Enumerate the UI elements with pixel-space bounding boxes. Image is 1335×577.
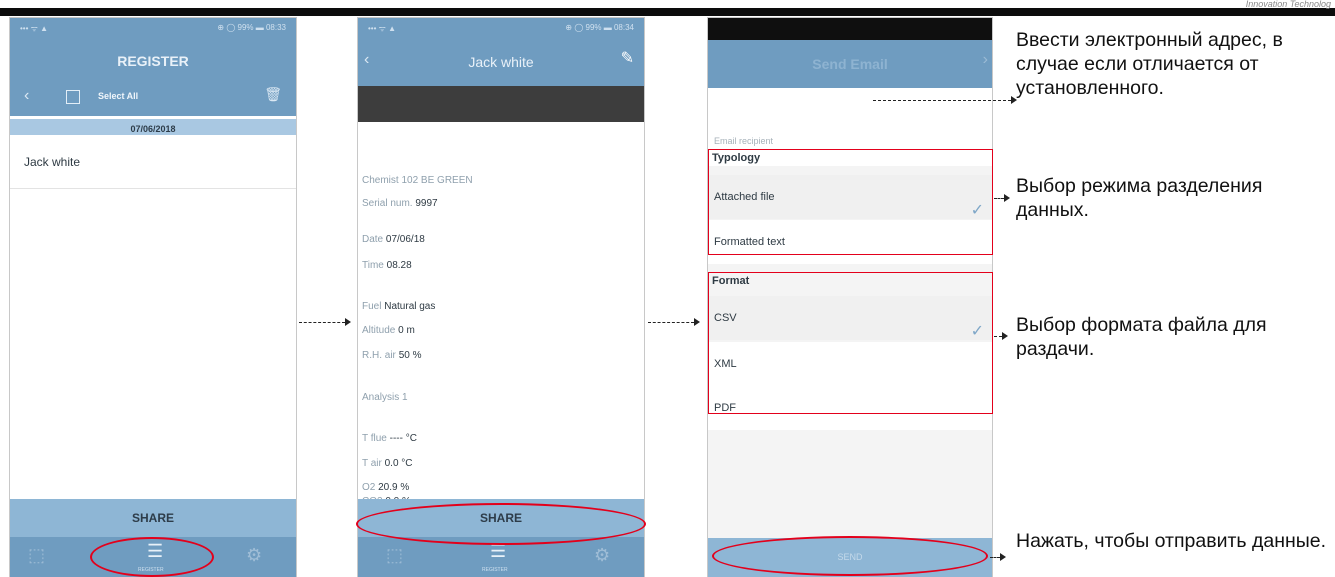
status-right: ⊕ ◯ 99% ▬ 08:33 [217, 23, 286, 32]
page-title: Send Email [812, 56, 888, 72]
page-title: REGISTER [117, 53, 189, 69]
scan-tab-icon[interactable]: ⬚ [386, 545, 403, 566]
list-item[interactable]: Jack white [10, 136, 296, 189]
row-value: 20.9 % [378, 482, 410, 493]
brand-text: Innovation Technolog [1245, 0, 1331, 9]
detail-row: O2 20.9 % [362, 482, 409, 493]
settings-tab-icon[interactable]: ⚙ [246, 545, 262, 566]
status-bar [708, 18, 992, 40]
send-note: Нажать, чтобы отправить данные. [1016, 530, 1327, 552]
close-icon[interactable]: › [983, 52, 988, 68]
register-tab-highlight [90, 537, 214, 577]
email-note: Ввести электронный адрес, в случае если … [1016, 29, 1283, 99]
detail-list: Chemist 102 BE GREEN Serial num. 9997 Da… [358, 122, 644, 507]
select-all-checkbox[interactable] [66, 90, 80, 104]
date-group-header: 07/06/2018 [10, 119, 296, 135]
email-annotation-line [873, 100, 1011, 101]
register-screen: ••• ᯤ ▲ ⊕ ◯ 99% ▬ 08:33 REGISTER ‹ Selec… [10, 18, 296, 577]
settings-tab-icon[interactable]: ⚙ [594, 545, 610, 566]
row-label: T air [362, 458, 382, 469]
status-bar: ••• ᯤ ▲ ⊕ ◯ 99% ▬ 08:33 [10, 18, 296, 38]
document-header-bar: Innovation Technolog [0, 0, 1335, 16]
row-value: 0.0 °C [384, 458, 413, 469]
row-label: O2 [362, 482, 376, 493]
header: REGISTER [10, 38, 296, 78]
date-header-text: 07/06/2018 [130, 124, 176, 134]
row-label: Analysis 1 [362, 392, 408, 403]
row-value: 08.28 [386, 260, 412, 271]
flow-arrow-line [299, 322, 345, 323]
select-all-label[interactable]: Select All [98, 91, 138, 101]
scan-tab-icon[interactable]: ⬚ [28, 545, 45, 566]
status-left: ••• ᯤ ▲ [368, 24, 397, 33]
share-button[interactable]: SHARE [10, 499, 296, 537]
edit-icon[interactable]: ✎ [621, 51, 634, 67]
format-note: Выбор формата файла для раздачи. [1016, 314, 1267, 360]
detail-row: T air 0.0 °C [362, 458, 413, 469]
detail-row: Chemist 102 BE GREEN [362, 175, 473, 186]
email-placeholder: Email recipient [714, 136, 774, 146]
row-value: 07/06/18 [385, 234, 425, 245]
format-highlight-box [708, 272, 993, 414]
format-annotation-line [994, 336, 1002, 337]
row-value: ---- °C [389, 433, 417, 444]
row-label: T flue [362, 433, 387, 444]
typology-note: Выбор режима разделения данных. [1016, 175, 1263, 221]
detail-row: Fuel Natural gas [362, 301, 435, 312]
status-right: ⊕ ◯ 99% ▬ 08:34 [565, 23, 634, 32]
detail-row: Date 07/06/18 [362, 234, 425, 245]
detail-row: Serial num. 9997 [362, 198, 438, 209]
back-icon[interactable]: ‹ [24, 88, 29, 104]
flow-arrow-head [694, 318, 700, 326]
list-item-name: Jack white [24, 155, 81, 169]
selection-toolbar: ‹ Select All 🗑 [10, 78, 296, 116]
header: ‹ Jack white ✎ [358, 38, 644, 86]
share-button-highlight [356, 503, 646, 545]
row-label: Date [362, 234, 384, 245]
row-value: 0 m [398, 325, 415, 336]
dark-band [358, 86, 644, 122]
send-annotation-head [1000, 553, 1006, 561]
detail-row: T flue ---- °C [362, 433, 417, 444]
row-value: 9997 [415, 198, 438, 209]
flow-arrow-head [345, 318, 351, 326]
send-button-highlight [712, 536, 988, 576]
row-value: 50 % [398, 350, 422, 361]
detail-row: R.H. air 50 % [362, 350, 421, 361]
status-bar: ••• ᯤ ▲ ⊕ ◯ 99% ▬ 08:34 [358, 18, 644, 38]
flow-arrow-line [648, 322, 694, 323]
row-label: Time [362, 260, 384, 271]
detail-row: Time 08.28 [362, 260, 412, 271]
detail-screen: ••• ᯤ ▲ ⊕ ◯ 99% ▬ 08:34 ‹ Jack white ✎ C… [358, 18, 644, 577]
detail-row: Analysis 1 [362, 392, 408, 403]
header: Send Email › [708, 40, 992, 88]
typology-annotation-head [1004, 194, 1010, 202]
send-annotation-line [990, 557, 1000, 558]
row-label: Chemist 102 BE GREEN [362, 175, 473, 186]
row-label: Altitude [362, 325, 396, 336]
status-left: ••• ᯤ ▲ [20, 24, 49, 33]
format-annotation-head [1002, 332, 1008, 340]
trash-icon[interactable]: 🗑 [264, 87, 282, 101]
typology-annotation-line [994, 198, 1004, 199]
typology-highlight-box [708, 149, 993, 255]
detail-row: Altitude 0 m [362, 325, 415, 336]
row-label: Serial num. [362, 198, 413, 209]
row-label: Fuel [362, 301, 382, 312]
row-value: Natural gas [384, 301, 436, 312]
page-title: Jack white [468, 54, 534, 70]
register-tab-label: REGISTER [482, 567, 508, 573]
row-label: R.H. air [362, 350, 396, 361]
